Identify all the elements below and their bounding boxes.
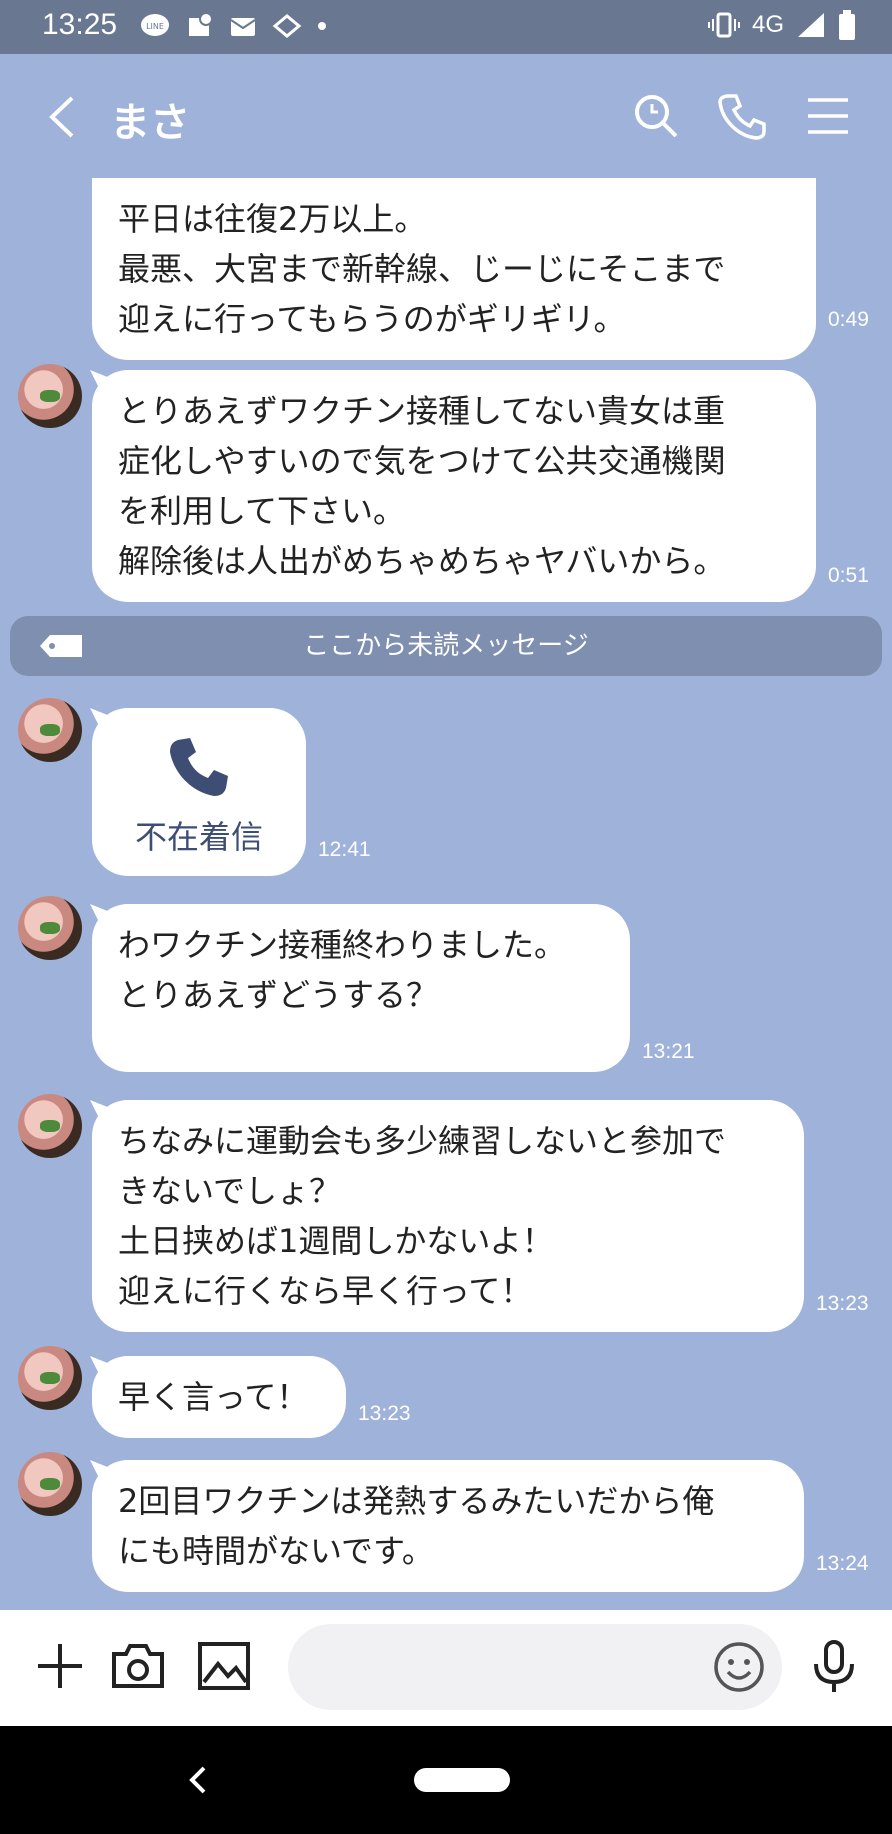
back-icon[interactable] — [42, 92, 82, 142]
message-time: 0:51 — [828, 564, 869, 587]
system-nav-bar — [0, 1726, 892, 1834]
message-bubble[interactable]: 早く言って！ — [92, 1356, 346, 1438]
search-icon[interactable] — [628, 88, 684, 144]
message-line: 土日挟めば1週間しかないよ！ — [118, 1222, 554, 1260]
status-time: 13:25 — [42, 8, 118, 41]
network-type: 4G — [751, 11, 784, 38]
status-bar: 13:25 LINE 4G — [0, 0, 892, 54]
avatar[interactable] — [18, 698, 82, 762]
mail-icon — [230, 18, 256, 36]
avatar[interactable] — [18, 896, 82, 960]
line-app-icon: LINE — [141, 14, 169, 36]
nav-back-icon[interactable] — [186, 1764, 210, 1796]
missed-call-label: 不在着信 — [134, 818, 263, 856]
signal-icon — [798, 13, 824, 37]
unread-divider: ここから未読メッセージ — [10, 616, 882, 676]
phone-icon[interactable] — [714, 88, 770, 144]
microphone-icon[interactable] — [806, 1638, 862, 1694]
cast-icon — [272, 14, 302, 38]
notification-icons: LINE — [140, 12, 328, 40]
message-time: 0:49 — [828, 308, 869, 331]
message-bubble[interactable]: とりあえずワクチン接種してない貴女は重 症化しやすいので気をつけて公共交通機関 … — [92, 370, 816, 602]
message-input[interactable] — [288, 1624, 782, 1710]
camera-icon[interactable] — [110, 1638, 166, 1694]
message-bubble[interactable]: わワクチン接種終わりました。 とりあえずどうする？ — [92, 904, 630, 1072]
avatar[interactable] — [18, 364, 82, 428]
message-bubble[interactable]: 平日は往復2万以上。 最悪、大宮まで新幹線、じーじにそこまで 迎えに行ってもらう… — [92, 178, 816, 360]
emoji-icon[interactable] — [712, 1640, 766, 1694]
tag-icon — [40, 635, 82, 657]
message-time: 13:23 — [358, 1402, 411, 1425]
message-bubble[interactable]: ちなみに運動会も多少練習しないと参加で きないでしょ？ 土日挟めば1週間しかない… — [92, 1100, 804, 1332]
message-line: とりあえずワクチン接種してない貴女は重 — [118, 392, 726, 430]
system-status: 4G — [707, 10, 856, 40]
chat-title: まさ — [110, 100, 190, 146]
message-line: 迎えに行ってもらうのがギリギリ。 — [118, 300, 626, 338]
message-line: 平日は往復2万以上。 — [118, 200, 427, 238]
avatar[interactable] — [18, 1452, 82, 1516]
avatar[interactable] — [18, 1346, 82, 1410]
message-bubble[interactable]: 2回目ワクチンは発熱するみたいだから俺 にも時間がないです。 — [92, 1460, 804, 1592]
unread-label: ここから未読メッセージ — [303, 631, 589, 661]
chat-area[interactable]: 平日は往復2万以上。 最悪、大宮まで新幹線、じーじにそこまで 迎えに行ってもらう… — [0, 178, 892, 1610]
message-line: 症化しやすいので気をつけて公共交通機関 — [118, 442, 726, 480]
dot-icon — [318, 22, 326, 30]
chat-header: まさ — [0, 54, 892, 178]
vibrate-icon — [707, 12, 740, 38]
avatar[interactable] — [18, 1094, 82, 1158]
battery-icon — [839, 10, 855, 40]
message-line: を利用して下さい。 — [118, 492, 406, 530]
message-line: ちなみに運動会も多少練習しないと参加で — [118, 1122, 727, 1160]
message-time: 12:41 — [318, 838, 371, 861]
image-icon[interactable] — [196, 1638, 252, 1694]
message-line: 2回目ワクチンは発熱するみたいだから俺 — [118, 1482, 715, 1520]
phone-icon — [170, 738, 228, 796]
notification-icon — [189, 12, 213, 36]
plus-icon[interactable] — [32, 1638, 88, 1694]
menu-icon[interactable] — [800, 88, 856, 144]
missed-call-bubble[interactable]: 不在着信 — [92, 708, 306, 876]
message-line: わワクチン接種終わりました。 — [118, 926, 567, 964]
message-line: 早く言って！ — [118, 1378, 309, 1416]
message-line: 解除後は人出がめちゃめちゃヤバいから。 — [118, 542, 726, 580]
message-line: にも時間がないです。 — [118, 1532, 434, 1570]
nav-home-button[interactable] — [414, 1768, 510, 1792]
message-time: 13:21 — [642, 1040, 695, 1063]
svg-text:LINE: LINE — [146, 22, 164, 31]
message-line: 迎えに行くなら早く行って！ — [118, 1272, 533, 1310]
message-line: 最悪、大宮まで新幹線、じーじにそこまで — [118, 250, 726, 288]
message-line: とりあえずどうする？ — [118, 976, 439, 1014]
input-bar — [0, 1610, 892, 1726]
message-line: きないでしょ？ — [118, 1172, 342, 1210]
message-time: 13:23 — [816, 1292, 869, 1315]
message-time: 13:24 — [816, 1552, 869, 1575]
